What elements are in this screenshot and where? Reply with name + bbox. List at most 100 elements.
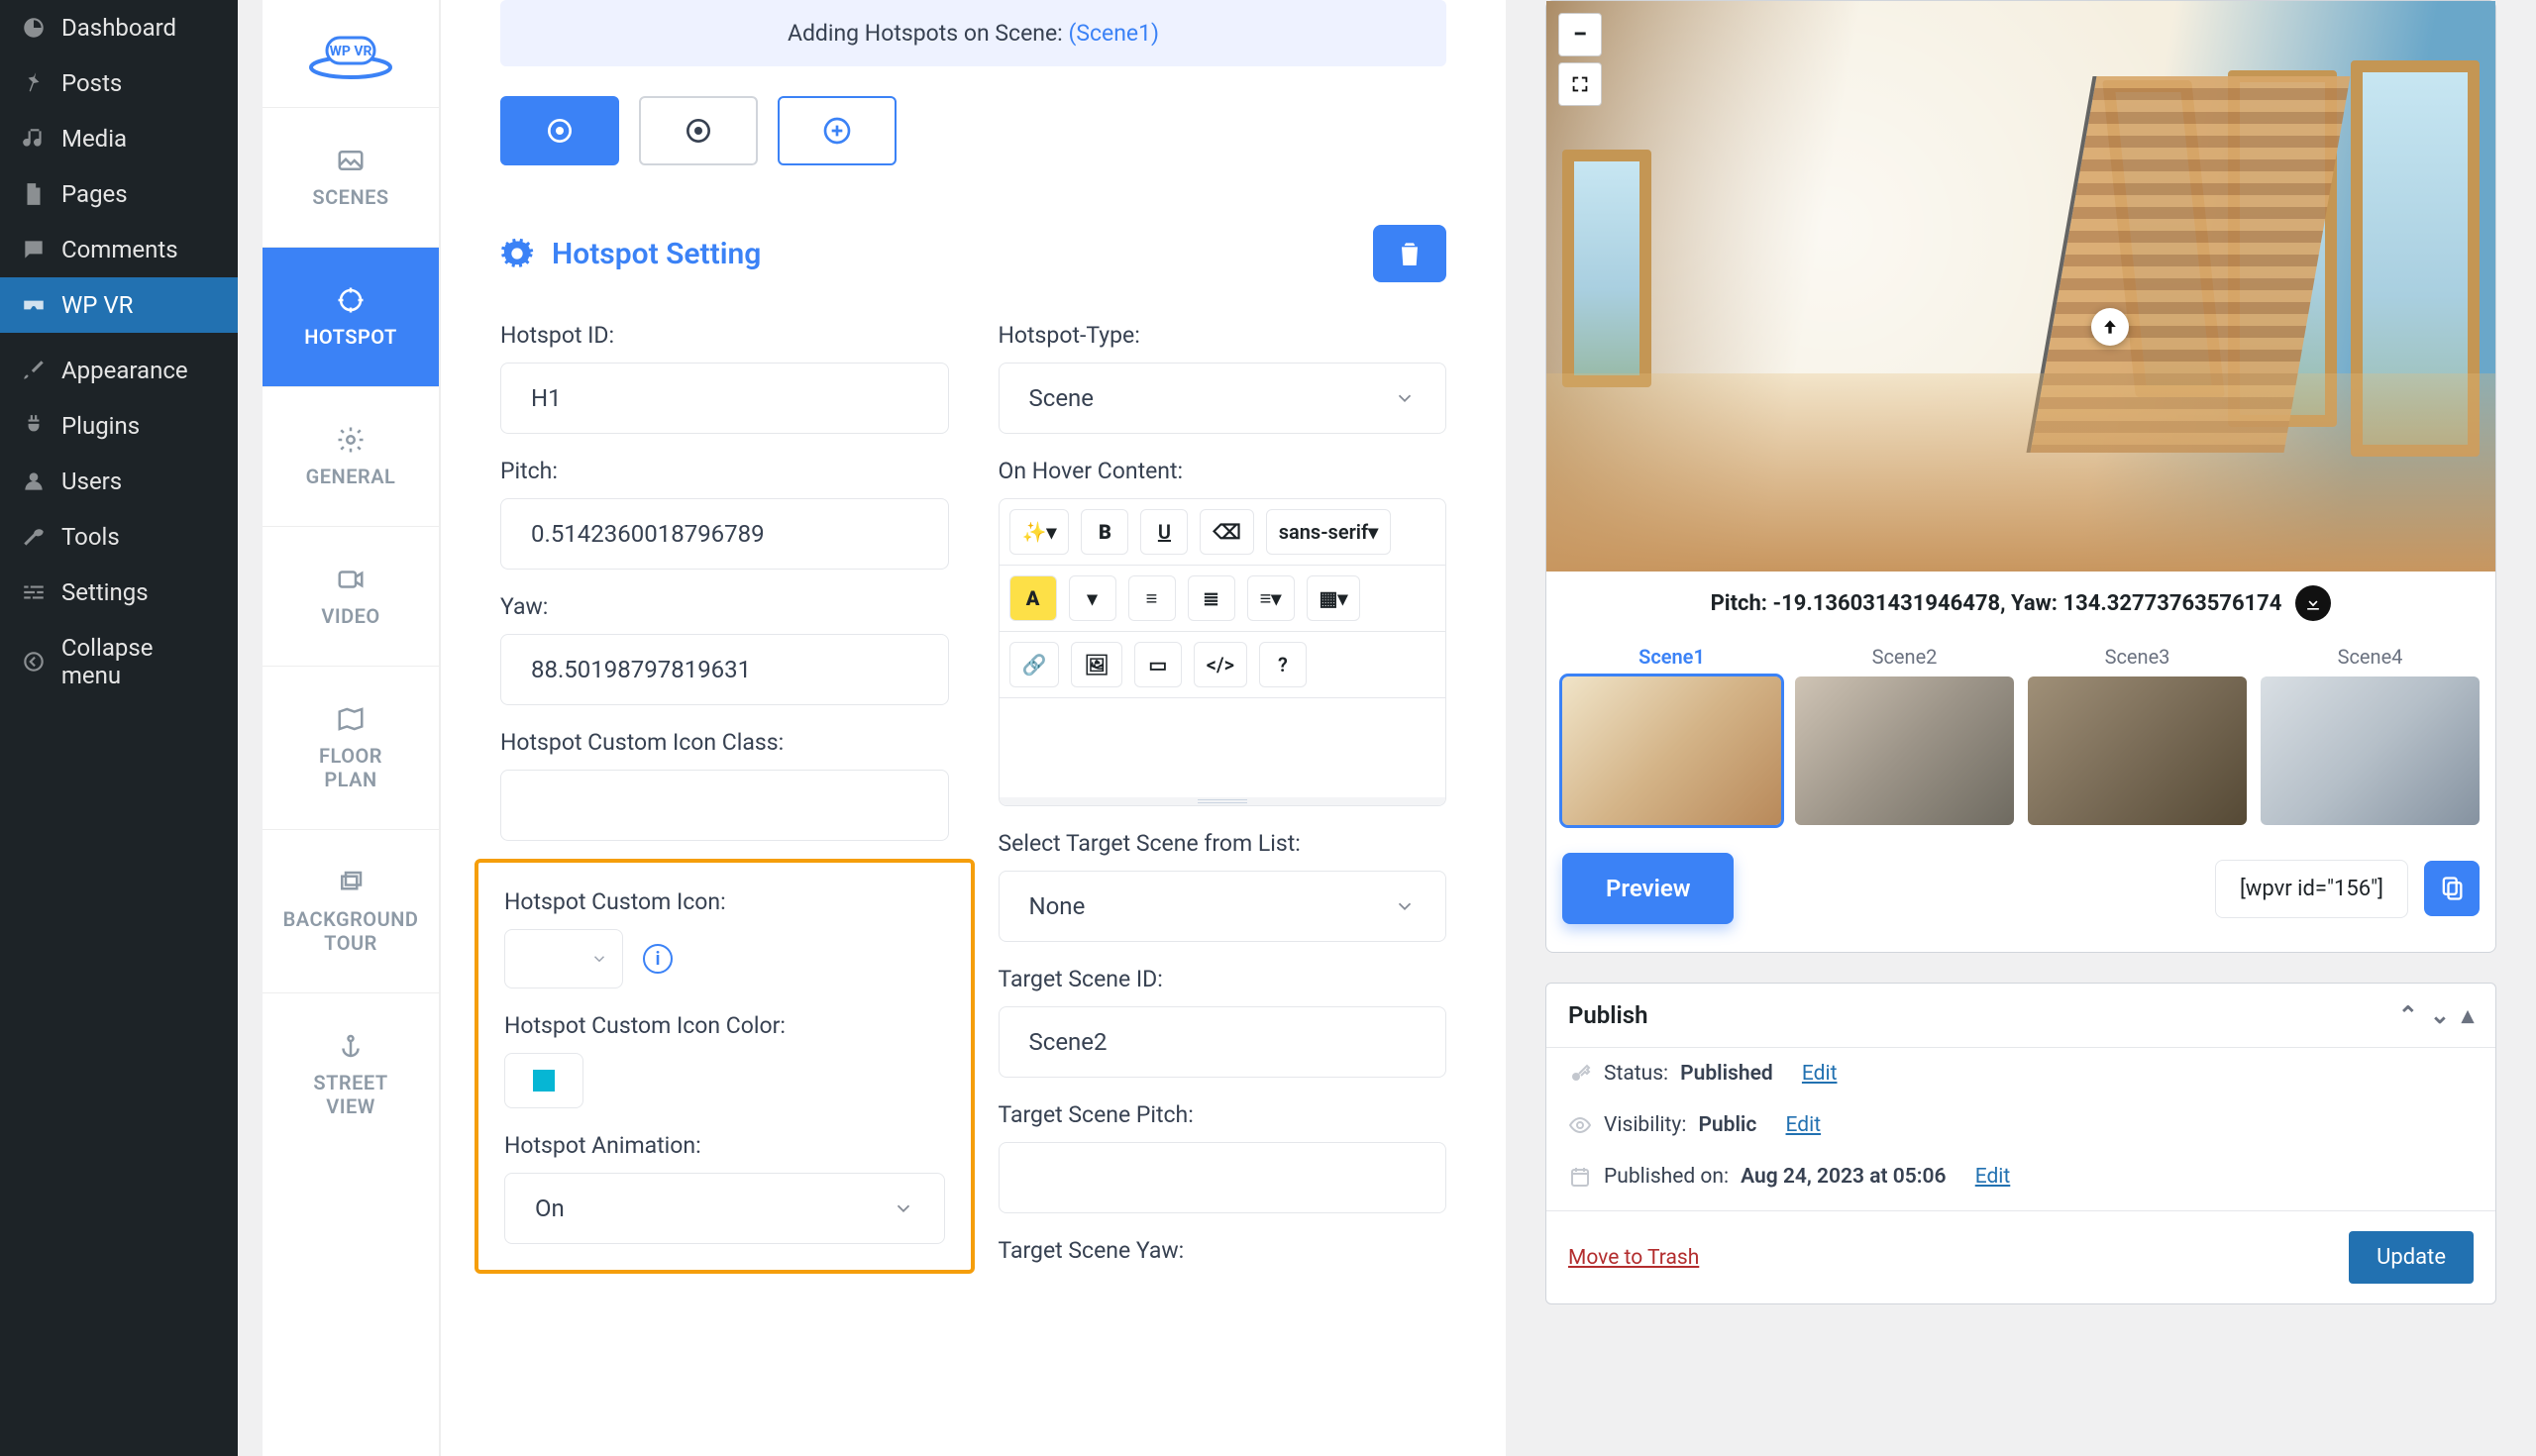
yaw-label: Yaw: (500, 593, 949, 620)
hotspot-marker[interactable] (2091, 308, 2129, 346)
scene-thumb-3[interactable]: Scene3 (2028, 645, 2247, 825)
nav-tools[interactable]: Tools (0, 509, 238, 565)
tab-label: VIDEO (321, 604, 379, 628)
target-scene-select[interactable]: None (999, 871, 1447, 942)
rte-table-button[interactable]: ▦▾ (1307, 575, 1361, 621)
move-to-trash-link[interactable]: Move to Trash (1568, 1246, 1699, 1270)
animation-select[interactable]: On (504, 1173, 945, 1244)
copy-shortcode-button[interactable] (2424, 861, 2480, 916)
target-id-input[interactable] (999, 1006, 1447, 1078)
scene-thumb-2[interactable]: Scene2 (1795, 645, 2014, 825)
tab-hotspot[interactable]: HOTSPOT (263, 247, 439, 386)
rte-font-select[interactable]: sans-serif ▾ (1266, 509, 1391, 555)
nav-wpvr[interactable]: WP VR (0, 277, 238, 333)
nav-settings[interactable]: Settings (0, 565, 238, 620)
metabox-up-button[interactable]: ⌃ (2398, 1001, 2418, 1029)
select-value: None (1029, 892, 1086, 920)
publish-title: Publish (1568, 1001, 1648, 1029)
nav-appearance[interactable]: Appearance (0, 343, 238, 398)
rte-erase-button[interactable]: ⌫ (1200, 509, 1253, 555)
nav-dashboard[interactable]: Dashboard (0, 0, 238, 55)
edit-visibility-link[interactable]: Edit (1786, 1113, 1822, 1137)
nav-posts[interactable]: Posts (0, 55, 238, 111)
music-icon (20, 125, 48, 153)
icon-class-input[interactable] (500, 770, 949, 841)
target-yaw-label: Target Scene Yaw: (999, 1237, 1447, 1264)
scene-thumb-label: Scene4 (2338, 645, 2403, 669)
rich-text-editor: ✨▾ B U ⌫ sans-serif ▾ A ▾ ≡ (999, 498, 1447, 806)
info-icon[interactable]: i (643, 944, 673, 974)
scene-thumb-strip: Scene1 Scene2 Scene3 Scene4 (1546, 645, 2495, 825)
rte-fontcolor-button[interactable]: A (1009, 575, 1057, 621)
nav-plugins[interactable]: Plugins (0, 398, 238, 454)
metabox-down-button[interactable]: ⌄ (2430, 1001, 2450, 1029)
rte-textarea[interactable] (1000, 698, 1446, 797)
calendar-icon (1568, 1165, 1592, 1189)
rte-help-button[interactable]: ? (1259, 642, 1307, 687)
download-coords-button[interactable] (2295, 585, 2331, 621)
publish-metabox: Publish ⌃ ⌄ ▴ Status: Published Edit Vis… (1545, 983, 2496, 1304)
tab-scenes[interactable]: SCENES (263, 107, 439, 247)
rte-image-button[interactable]: 🖼 (1071, 642, 1121, 687)
tab-label: HOTSPOT (304, 325, 397, 349)
custom-icon-picker[interactable] (504, 929, 623, 988)
rte-ul-button[interactable]: ≡ (1128, 575, 1176, 621)
tab-street-view[interactable]: STREETVIEW (263, 992, 439, 1156)
fullscreen-button[interactable] (1558, 62, 1602, 106)
plug-icon (20, 412, 48, 440)
rte-magic-button[interactable]: ✨▾ (1009, 509, 1070, 555)
rte-ol-button[interactable]: ≣ (1188, 575, 1235, 621)
nav-media[interactable]: Media (0, 111, 238, 166)
delete-hotspot-button[interactable] (1373, 225, 1446, 282)
edit-date-link[interactable]: Edit (1975, 1165, 2011, 1189)
hotspot-tab-1[interactable] (500, 96, 619, 165)
tab-video[interactable]: VIDEO (263, 526, 439, 666)
layers-icon (336, 868, 366, 897)
nav-collapse[interactable]: Collapse menu (0, 620, 238, 703)
tab-general[interactable]: GENERAL (263, 386, 439, 526)
hotspot-id-input[interactable] (500, 363, 949, 434)
metabox-toggle-button[interactable]: ▴ (2462, 1001, 2474, 1029)
animation-label: Hotspot Animation: (504, 1132, 945, 1159)
rte-link-button[interactable]: 🔗 (1009, 642, 1060, 687)
nav-users[interactable]: Users (0, 454, 238, 509)
preview-button[interactable]: Preview (1562, 853, 1734, 924)
scene-notice: Adding Hotspots on Scene: (Scene1) (500, 0, 1446, 66)
map-icon (336, 704, 366, 734)
select-value: Scene (1029, 384, 1095, 412)
icon-color-picker[interactable] (504, 1053, 583, 1108)
gauge-icon (20, 14, 48, 42)
hotspot-tab-2[interactable] (639, 96, 758, 165)
rte-code-button[interactable]: </> (1194, 642, 1247, 687)
rte-fontcolor-caret[interactable]: ▾ (1069, 575, 1116, 621)
tab-label: FLOORPLAN (319, 744, 382, 791)
notice-scene-link[interactable]: (Scene1) (1068, 20, 1159, 47)
rte-bold-button[interactable]: B (1081, 509, 1128, 555)
edit-status-link[interactable]: Edit (1802, 1062, 1838, 1086)
rte-align-button[interactable]: ≡▾ (1247, 575, 1295, 621)
target-pitch-input[interactable] (999, 1142, 1447, 1213)
zoom-out-button[interactable]: − (1558, 13, 1602, 56)
tab-floorplan[interactable]: FLOORPLAN (263, 666, 439, 829)
tab-background-tour[interactable]: BACKGROUNDTOUR (263, 829, 439, 992)
hotspot-type-select[interactable]: Scene (999, 363, 1447, 434)
nav-comments[interactable]: Comments (0, 222, 238, 277)
hotspot-tab-add[interactable] (778, 96, 897, 165)
scene-thumb-label: Scene3 (2105, 645, 2170, 669)
nav-pages[interactable]: Pages (0, 166, 238, 222)
wp-admin-sidebar: Dashboard Posts Media Pages Comments WP … (0, 0, 238, 1456)
file-icon (20, 180, 48, 208)
rte-video-button[interactable]: ▭ (1134, 642, 1182, 687)
eye-icon (1568, 1113, 1592, 1137)
custom-icon-label: Hotspot Custom Icon: (504, 888, 945, 915)
rte-resize-handle[interactable] (1000, 797, 1446, 805)
scene-thumb-4[interactable]: Scene4 (2261, 645, 2480, 825)
comment-icon (20, 236, 48, 263)
scene-thumb-1[interactable]: Scene1 (1562, 645, 1781, 825)
rte-underline-button[interactable]: U (1140, 509, 1188, 555)
yaw-input[interactable] (500, 634, 949, 705)
panorama-preview[interactable]: − (1546, 1, 2495, 572)
pitch-input[interactable] (500, 498, 949, 570)
vr-icon (20, 291, 48, 319)
update-button[interactable]: Update (2349, 1231, 2474, 1284)
